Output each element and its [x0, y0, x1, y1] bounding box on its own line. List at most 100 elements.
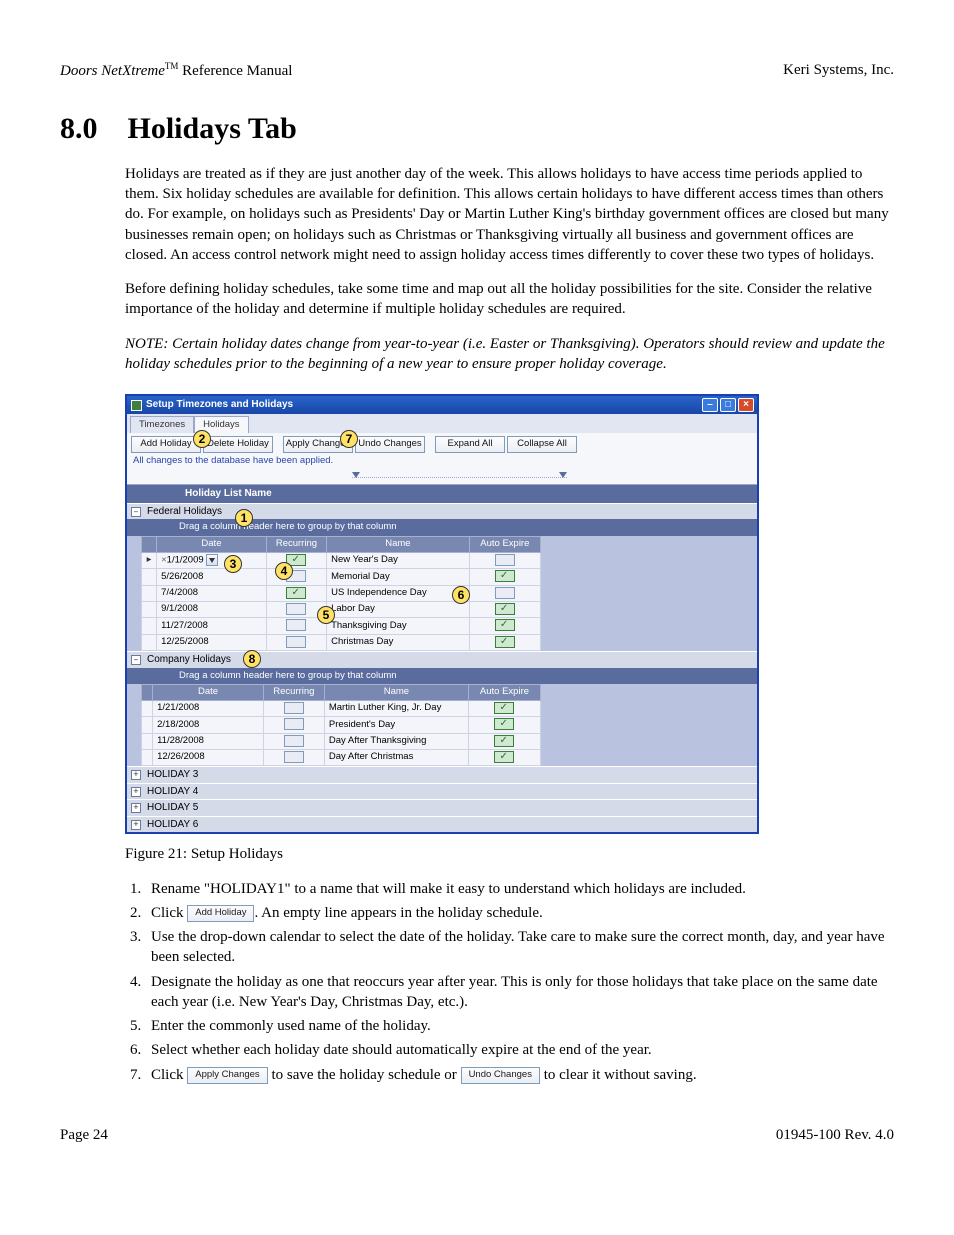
tabs-row: Timezones Holidays — [127, 414, 757, 433]
checkbox-on-icon[interactable] — [495, 636, 515, 648]
expand-icon[interactable]: + — [131, 803, 141, 813]
table-row[interactable]: 12/25/2008Christmas Day — [142, 634, 541, 650]
screenshot-window: Setup Timezones and Holidays – □ × Timez… — [125, 394, 759, 834]
table-row[interactable]: 11/27/2008Thanksgiving Day — [142, 618, 541, 634]
inline-add-holiday-button[interactable]: Add Holiday — [187, 905, 254, 922]
step-6: Select whether each holiday date should … — [145, 1040, 894, 1060]
col-date[interactable]: Date — [157, 537, 267, 553]
section-heading: 8.0 Holidays Tab — [60, 109, 894, 150]
col-recurring[interactable]: Recurring — [266, 537, 326, 553]
list-name: HOLIDAY 3 — [145, 768, 198, 782]
list-row-federal[interactable]: – Federal Holidays — [127, 503, 757, 520]
undo-changes-button[interactable]: Undo Changes — [355, 436, 425, 453]
checkbox-on-icon[interactable] — [494, 751, 514, 763]
step-7: Click Apply Changes to save the holiday … — [145, 1065, 894, 1085]
add-holiday-button[interactable]: Add Holiday — [131, 436, 201, 453]
checkbox-off-icon[interactable] — [286, 603, 306, 615]
app-icon — [131, 400, 142, 411]
checkbox-off-icon[interactable] — [286, 636, 306, 648]
checkbox-off-icon[interactable] — [284, 735, 304, 747]
table-row[interactable]: 1/21/2008Martin Luther King, Jr. Day — [142, 701, 541, 717]
step-2: Click Add Holiday. An empty line appears… — [145, 903, 894, 923]
group-by-hint: Drag a column header here to group by th… — [127, 519, 757, 536]
checkbox-on-icon[interactable] — [286, 587, 306, 599]
col-recurring[interactable]: Recurring — [263, 685, 324, 701]
table-row[interactable]: 9/1/2008Labor Day — [142, 602, 541, 618]
splitter-strip[interactable] — [127, 470, 757, 484]
holiday-table-federal: Date Recurring Name Auto Expire ▸ ×1/1/2… — [141, 536, 541, 651]
list-row-h4[interactable]: + HOLIDAY 4 — [127, 783, 757, 800]
doc-footer: Page 24 01945-100 Rev. 4.0 — [60, 1125, 894, 1145]
list-row-h6[interactable]: +HOLIDAY 6 — [127, 816, 757, 833]
callout-5: 5 — [317, 606, 335, 624]
col-auto-expire[interactable]: Auto Expire — [468, 685, 540, 701]
checkbox-off-icon[interactable] — [286, 619, 306, 631]
callout-7: 7 — [340, 430, 358, 448]
date-cell[interactable]: ×1/1/2009 — [157, 553, 267, 569]
callout-2: 2 — [193, 430, 211, 448]
list-name: HOLIDAY 4 — [145, 785, 198, 799]
collapse-icon[interactable]: – — [131, 655, 141, 665]
toolbar: Add Holiday Delete Holiday Apply Changes… — [127, 433, 757, 453]
maximize-button[interactable]: □ — [720, 398, 736, 412]
step-4: Designate the holiday as one that reoccu… — [145, 972, 894, 1013]
list-name: Company Holidays — [145, 653, 231, 667]
checkbox-on-icon[interactable] — [494, 718, 514, 730]
steps-list: Rename "HOLIDAY1" to a name that will ma… — [145, 879, 894, 1085]
checkbox-off-icon[interactable] — [284, 718, 304, 730]
list-row-h5[interactable]: + HOLIDAY 5 — [127, 799, 757, 816]
tab-timezones[interactable]: Timezones — [130, 416, 194, 433]
callout-4: 4 — [275, 562, 293, 580]
inline-apply-changes-button[interactable]: Apply Changes — [187, 1067, 267, 1084]
expand-icon[interactable]: + — [131, 787, 141, 797]
doc-header-right: Keri Systems, Inc. — [783, 60, 894, 81]
figure-caption: Figure 21: Setup Holidays — [125, 844, 894, 864]
row-indicator-icon: ▸ — [142, 553, 157, 569]
checkbox-off-icon[interactable] — [284, 751, 304, 763]
date-dropdown-icon[interactable] — [206, 554, 218, 566]
delete-holiday-button[interactable]: Delete Holiday — [203, 436, 273, 453]
collapse-all-button[interactable]: Collapse All — [507, 436, 577, 453]
titlebar[interactable]: Setup Timezones and Holidays – □ × — [127, 396, 757, 414]
step-3: Use the drop-down calendar to select the… — [145, 927, 894, 968]
expand-icon[interactable]: + — [131, 770, 141, 780]
table-row[interactable]: 2/18/2008President's Day — [142, 717, 541, 733]
callout-3: 3 — [224, 555, 242, 573]
checkbox-off-icon[interactable] — [284, 702, 304, 714]
table-row[interactable]: 5/26/2008Memorial Day — [142, 569, 541, 585]
doc-header-left: Doors NetXtremeTM Reference Manual — [60, 60, 292, 81]
table-row[interactable]: 11/28/2008Day After Thanksgiving — [142, 733, 541, 749]
expand-all-button[interactable]: Expand All — [435, 436, 505, 453]
table-row[interactable]: 7/4/2008US Independence Day — [142, 585, 541, 601]
inline-undo-changes-button[interactable]: Undo Changes — [461, 1067, 540, 1084]
checkbox-on-icon[interactable] — [495, 603, 515, 615]
list-name: HOLIDAY 5 — [145, 801, 198, 815]
checkbox-off-icon[interactable] — [495, 587, 515, 599]
table-row[interactable]: ▸ ×1/1/2009 New Year's Day — [142, 553, 541, 569]
checkbox-on-icon[interactable] — [495, 570, 515, 582]
col-name[interactable]: Name — [327, 537, 470, 553]
close-button[interactable]: × — [738, 398, 754, 412]
para-2: Before defining holiday schedules, take … — [125, 279, 894, 320]
expire-cell[interactable] — [469, 553, 540, 569]
col-auto-expire[interactable]: Auto Expire — [469, 537, 540, 553]
table-row[interactable]: 12/26/2008Day After Christmas — [142, 750, 541, 766]
doc-header: Doors NetXtremeTM Reference Manual Keri … — [60, 60, 894, 81]
col-name[interactable]: Name — [324, 685, 468, 701]
checkbox-on-icon[interactable] — [494, 702, 514, 714]
name-cell[interactable]: New Year's Day — [327, 553, 470, 569]
section-title: Holidays Tab — [128, 109, 297, 150]
checkbox-on-icon[interactable] — [495, 619, 515, 631]
list-row-h3[interactable]: + HOLIDAY 3 — [127, 766, 757, 783]
col-date[interactable]: Date — [153, 685, 264, 701]
checkbox-on-icon[interactable] — [494, 735, 514, 747]
window-title: Setup Timezones and Holidays — [146, 398, 700, 412]
holiday-table-company: Date Recurring Name Auto Expire 1/21/200… — [141, 684, 541, 766]
section-number: 8.0 — [60, 109, 98, 150]
doc-revision: 01945-100 Rev. 4.0 — [776, 1125, 894, 1145]
collapse-icon[interactable]: – — [131, 507, 141, 517]
list-row-company[interactable]: – Company Holidays — [127, 651, 757, 668]
expand-icon[interactable]: + — [131, 820, 141, 830]
checkbox-off-icon[interactable] — [495, 554, 515, 566]
minimize-button[interactable]: – — [702, 398, 718, 412]
